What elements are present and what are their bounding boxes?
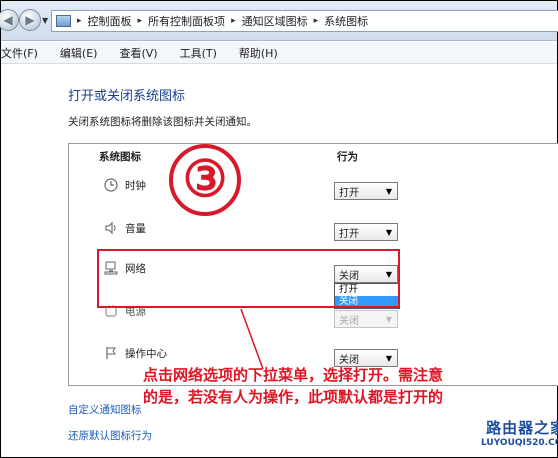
customize-notification-icons-link[interactable]: 自定义通知图标 (68, 402, 142, 417)
restore-default-icons-link[interactable]: 还原默认图标行为 (68, 428, 152, 443)
annotation-text: 点击网络选项的下拉菜单，选择打开。需注意 的是，若没有人为操作，此项默认都是打开… (143, 364, 558, 408)
annotation-line-2: 的是，若没有人为操作，此项默认都是打开的 (143, 388, 444, 406)
watermark-name: 路由器之家 (486, 419, 558, 437)
annotation-line-1: 点击网络选项的下拉菜单，选择打开。需注意 (143, 366, 444, 384)
watermark-url: LUYOUQI520.COM (481, 438, 558, 448)
watermark-logo: 路由器之家 LUYOUQI520.COM (481, 417, 558, 448)
